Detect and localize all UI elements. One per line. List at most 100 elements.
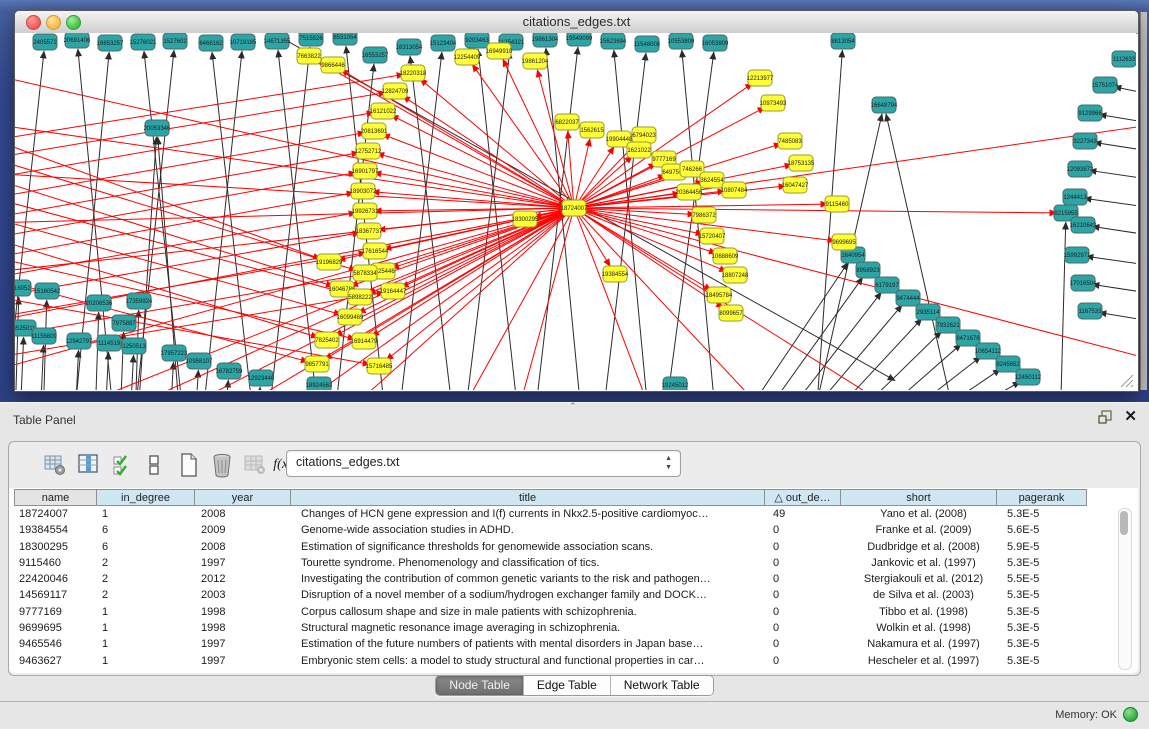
graph-node[interactable]: 7485083 (778, 133, 802, 149)
graph-node[interactable]: 2935114 (916, 304, 940, 320)
graph-node[interactable]: 15716485 (366, 358, 393, 374)
graph-node[interactable]: 20813691 (361, 123, 388, 139)
graph-node[interactable]: 7975887 (112, 315, 136, 331)
graph-node[interactable]: 15992971 (1064, 247, 1091, 263)
graph-node[interactable]: 7986372 (692, 207, 716, 223)
graph-node[interactable]: 12254409 (454, 49, 481, 65)
clear-selection-icon[interactable] (140, 451, 168, 479)
graph-node[interactable]: 6466162 (199, 35, 223, 51)
graph-node[interactable]: 18220318 (400, 65, 427, 81)
graph-node[interactable]: 10807484 (721, 182, 748, 198)
graph-node[interactable]: 10688609 (712, 248, 739, 264)
graph-node[interactable]: 1244413 (1063, 189, 1087, 205)
graph-node[interactable]: 19861204 (522, 53, 549, 69)
table-scrollbar[interactable] (1118, 508, 1132, 670)
graph-node[interactable]: 18807248 (722, 267, 749, 283)
splitter-handle[interactable]: ⌃ (569, 401, 577, 412)
table-row[interactable]: 911546021997Tourette syndrome. Phenomeno… (14, 555, 1093, 571)
graph-node[interactable]: 9857791 (305, 356, 329, 372)
graph-node[interactable]: 12213977 (747, 70, 774, 86)
delete-table-icon[interactable] (241, 451, 269, 479)
graph-node[interactable]: 7825402 (315, 332, 339, 348)
tab-network-table[interactable]: Network Table (611, 676, 713, 695)
graph-node[interactable]: 6822037 (555, 114, 579, 130)
table-row[interactable]: 977716911998Corpus callosum shape and si… (14, 604, 1093, 620)
delete-column-icon[interactable] (208, 451, 236, 479)
graph-node[interactable]: 2405572 (33, 34, 57, 50)
table-settings-icon[interactable] (41, 451, 69, 479)
graph-node[interactable]: 10958107 (186, 353, 213, 369)
graph-node[interactable]: 15623694 (600, 33, 627, 49)
graph-node[interactable]: 8531054 (333, 33, 357, 45)
graph-node[interactable]: 16047427 (782, 177, 809, 193)
graph-node[interactable]: 9866446 (321, 57, 345, 73)
graph-node[interactable]: 15123404 (430, 35, 457, 51)
graph-node[interactable]: 9115460 (825, 196, 849, 212)
graph-node[interactable]: 20053346 (144, 120, 171, 136)
graph-node[interactable]: 1167533 (1078, 303, 1102, 319)
graph-node[interactable]: 16553257 (362, 47, 389, 63)
graph-node[interactable]: 3624554 (700, 172, 724, 188)
graph-node[interactable]: 16914479 (351, 333, 378, 349)
graph-node[interactable]: 15751074 (1092, 77, 1119, 93)
graph-node[interactable]: 14671355 (264, 33, 291, 49)
graph-node[interactable]: 19861304 (532, 33, 559, 47)
graph-node[interactable]: 18300295 (512, 211, 539, 227)
graph-node[interactable]: 2016052 (15, 280, 31, 296)
graph-node[interactable]: 12093872 (1067, 161, 1094, 177)
graph-node[interactable]: 18313054 (396, 39, 423, 55)
graph-node[interactable]: 16099469 (337, 309, 364, 325)
graph-node[interactable]: 18903072 (350, 183, 377, 199)
table-row[interactable]: 946554611997Estimation of the future num… (14, 636, 1093, 652)
column-header-short[interactable]: short (840, 489, 997, 506)
graph-node[interactable]: 7663822 (297, 48, 321, 64)
graph-node[interactable]: 18753135 (788, 155, 815, 171)
table-row[interactable]: 1456911722003Disruption of a novel membe… (14, 587, 1093, 603)
graph-node[interactable]: 1114519 (97, 335, 121, 351)
graph-node[interactable]: 9474444 (896, 290, 920, 306)
graph-node[interactable]: 9699695 (832, 234, 856, 250)
graph-node[interactable]: 6794023 (632, 127, 656, 143)
table-scrollbar-thumb[interactable] (1120, 511, 1128, 535)
graph-node[interactable]: 17016504 (1070, 275, 1097, 291)
graph-node[interactable]: 6179197 (875, 277, 899, 293)
graph-node[interactable]: 9245652 (996, 356, 1020, 372)
graph-node[interactable]: 1527602 (163, 33, 187, 49)
graph-node[interactable]: 7515526 (299, 33, 323, 46)
graph-node[interactable]: 10553809 (668, 33, 695, 49)
network-graph-canvas[interactable]: 2405572206914061665325715276021152760264… (15, 33, 1136, 390)
graph-node[interactable]: 18724007 (561, 200, 588, 216)
graph-node[interactable]: 19549099 (566, 33, 593, 46)
graph-node[interactable]: 9203463 (465, 33, 489, 48)
graph-node[interactable]: 17616544 (362, 243, 389, 259)
graph-node[interactable]: 12824709 (382, 83, 409, 99)
resize-grip[interactable] (1120, 374, 1134, 388)
graph-node[interactable]: 18495784 (706, 287, 733, 303)
table-row[interactable]: 1872400712008Changes of HCN gene express… (14, 506, 1093, 522)
table-row[interactable]: 1938455462009Genome-wide association stu… (14, 522, 1093, 538)
network-window[interactable]: citations_edges.txt 24055722069140616653… (14, 10, 1139, 392)
window-titlebar[interactable]: citations_edges.txt (15, 11, 1138, 34)
graph-node[interactable]: 16782759 (216, 363, 243, 379)
float-panel-icon[interactable] (1098, 410, 1112, 424)
graph-node[interactable]: 5878334 (353, 265, 377, 281)
table-row[interactable]: 969969511998Structural magnetic resonanc… (14, 620, 1093, 636)
graph-node[interactable]: 16053809 (702, 35, 729, 51)
show-columns-icon[interactable] (75, 451, 103, 479)
graph-node[interactable]: 15160542 (34, 283, 61, 299)
graph-node[interactable]: 20691406 (64, 33, 91, 48)
graph-node[interactable]: 16648794 (871, 97, 898, 113)
graph-node[interactable]: 17359924 (126, 293, 153, 309)
column-header-in_degree[interactable]: in_degree (96, 489, 195, 506)
table-row[interactable]: 946362711997Embryonic stem cells: a mode… (14, 653, 1093, 669)
graph-node[interactable]: 15276021 (130, 34, 157, 50)
graph-node[interactable]: 20206536 (86, 295, 113, 311)
graph-node[interactable]: 8471676 (956, 330, 980, 346)
graph-node[interactable]: 20364456 (676, 184, 703, 200)
graph-node[interactable]: 1250513 (122, 338, 146, 354)
graph-node[interactable]: 16901797 (352, 163, 379, 179)
close-panel-icon[interactable]: ✕ (1124, 410, 1137, 424)
graph-node[interactable]: 12752712 (355, 143, 382, 159)
graph-node[interactable]: 9129966 (1078, 105, 1102, 121)
graph-node[interactable]: 19196829 (316, 254, 343, 270)
